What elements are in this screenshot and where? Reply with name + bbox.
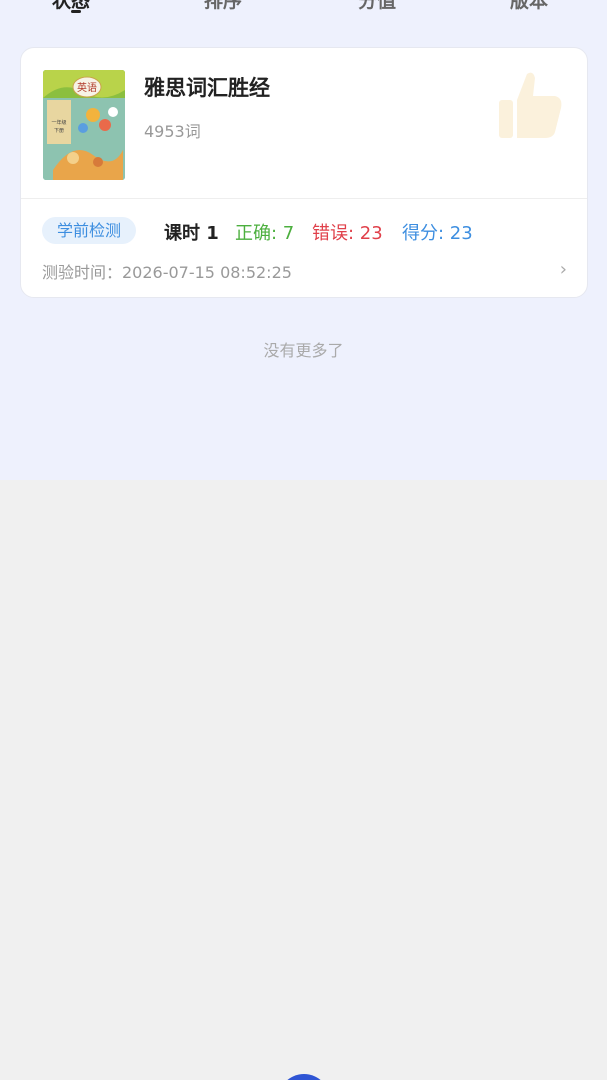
book-cover: 英语 一年级 下册 xyxy=(43,70,125,180)
no-more-text: 没有更多了 xyxy=(263,341,344,360)
test-time: 测验时间：2026-07-15 08:52:25 xyxy=(42,263,292,282)
book-title: 雅思词汇胜经 xyxy=(144,76,270,100)
cover-volume-text: 下册 xyxy=(54,128,64,134)
tab-sort[interactable]: 排序 xyxy=(204,0,242,13)
tab-version[interactable]: 版本 xyxy=(510,0,548,13)
filter-tabs: 状态 排序 分值 版本 xyxy=(0,0,607,26)
thumbs-up-icon xyxy=(499,72,562,138)
lesson-label: 课时 1 xyxy=(164,223,219,244)
test-type-badge: 学前检测 xyxy=(42,217,137,244)
card-divider xyxy=(21,198,587,199)
chevron-right-icon[interactable]: › xyxy=(560,259,567,280)
correct-count: 正确: 7 xyxy=(235,223,295,244)
cover-title-text: 英语 xyxy=(77,81,97,94)
floating-action-button[interactable] xyxy=(278,1074,330,1080)
tab-score[interactable]: 分值 xyxy=(358,0,396,13)
record-card[interactable]: 英语 一年级 下册 雅思词汇胜经 4953词 学前检测 课时 1 正确: 7 错… xyxy=(20,47,588,298)
score-value: 得分: 23 xyxy=(402,223,473,244)
wrong-count: 错误: 23 xyxy=(312,223,383,244)
active-tab-indicator xyxy=(71,10,81,13)
word-count: 4953词 xyxy=(144,122,201,141)
cover-grade-text: 一年级 xyxy=(51,119,66,126)
top-area: 状态 排序 分值 版本 英语 一年级 下册 雅思词汇胜经 4953词 学前检测 … xyxy=(0,0,607,480)
